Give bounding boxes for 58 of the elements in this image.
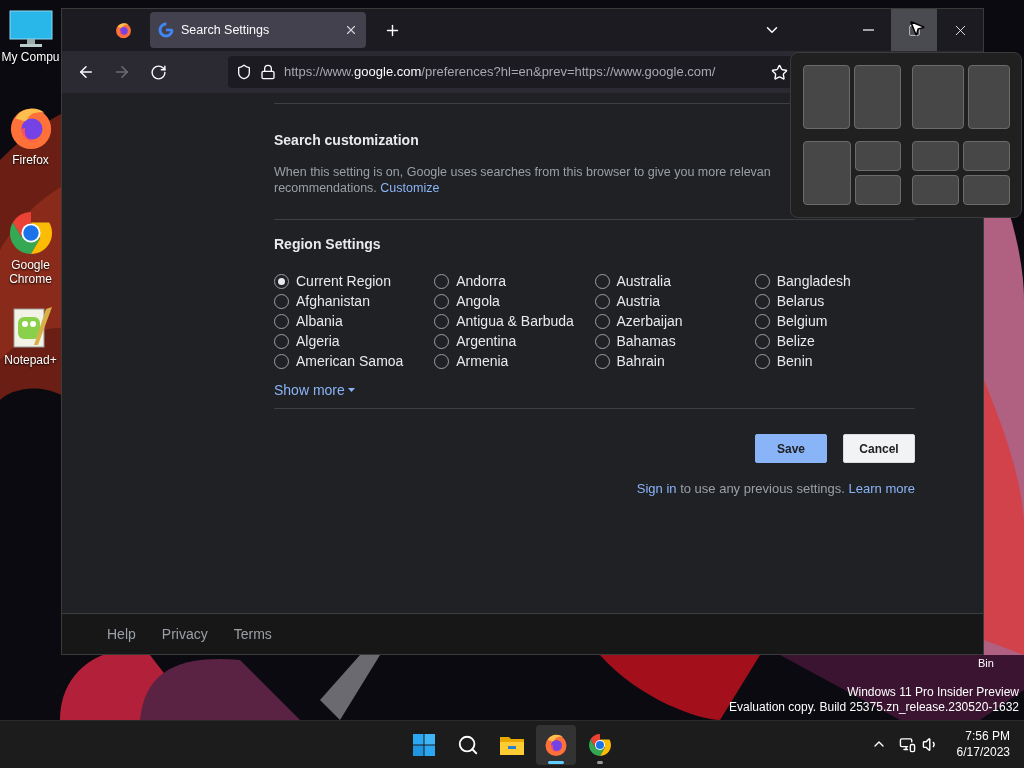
windows-logo-icon bbox=[412, 732, 436, 757]
region-radio-option[interactable]: Angola bbox=[434, 291, 595, 311]
region-radio-option[interactable]: Belarus bbox=[754, 291, 915, 311]
region-radio-option[interactable]: Belgium bbox=[754, 311, 915, 331]
build-watermark-text: Windows 11 Pro Insider Preview bbox=[847, 685, 1019, 700]
region-radio-option[interactable]: Current Region bbox=[274, 271, 435, 291]
show-more-link[interactable]: Show more bbox=[274, 382, 355, 398]
region-radio-option[interactable]: Andorra bbox=[434, 271, 595, 291]
section-heading: Search customization bbox=[274, 131, 420, 150]
region-radio-option[interactable]: Austria bbox=[594, 291, 755, 311]
maximize-icon bbox=[907, 23, 921, 37]
firefox-icon bbox=[114, 21, 132, 39]
clock-date[interactable]: 6/17/2023 bbox=[956, 744, 1010, 760]
sign-in-note: Sign in to use any previous settings. Learn more bbox=[636, 481, 915, 497]
tab-title: Search Settings bbox=[181, 21, 271, 39]
sign-in-link[interactable]: Sign in bbox=[636, 481, 677, 496]
taskbar-firefox-button[interactable] bbox=[536, 724, 576, 765]
chrome-icon bbox=[588, 732, 612, 757]
search-icon bbox=[457, 733, 479, 756]
close-tab-icon[interactable] bbox=[344, 23, 358, 37]
region-radio-option[interactable]: Albania bbox=[274, 311, 435, 331]
mouse-cursor-icon bbox=[908, 19, 926, 37]
lock-icon bbox=[260, 64, 276, 80]
region-radio-option[interactable]: Belize bbox=[754, 331, 915, 351]
learn-more-link[interactable]: Learn more bbox=[848, 481, 915, 496]
network-icon[interactable] bbox=[898, 735, 916, 753]
section-heading: Region Settings bbox=[274, 235, 382, 254]
region-radio-option[interactable]: Antigua & Barbuda bbox=[434, 311, 595, 331]
region-radio-option[interactable]: Bahrain bbox=[594, 351, 755, 371]
url-text: https://www.google.com/preferences?hl=en&prev=https://www.google.com/ bbox=[284, 63, 716, 82]
region-radio-option[interactable]: Azerbaijan bbox=[594, 311, 755, 331]
forward-arrow-icon bbox=[113, 63, 131, 81]
firefox-icon bbox=[544, 732, 568, 757]
region-radio-option[interactable]: Afghanistan bbox=[274, 291, 435, 311]
shield-icon bbox=[236, 64, 252, 80]
google-g-icon bbox=[158, 22, 174, 38]
region-radio-option[interactable]: Argentina bbox=[434, 331, 595, 351]
browser-tab[interactable]: Search Settings bbox=[150, 12, 366, 48]
build-watermark-text: Evaluation copy. Build 25375.zn_release.230520-1632 bbox=[729, 700, 1019, 715]
minimize-icon bbox=[862, 29, 874, 31]
maximize-button[interactable] bbox=[891, 9, 937, 51]
region-radio-option[interactable]: Armenia bbox=[434, 351, 595, 371]
clock-time[interactable]: 7:56 PM bbox=[965, 728, 1010, 744]
reload-icon bbox=[149, 63, 167, 81]
dropdown-caret-icon bbox=[347, 388, 355, 392]
footer-link[interactable]: Help bbox=[107, 623, 136, 645]
footer-link[interactable]: Terms bbox=[233, 623, 272, 645]
region-radio-option[interactable]: Benin bbox=[754, 351, 915, 371]
save-button[interactable]: Save bbox=[755, 434, 827, 463]
bookmark-star-icon[interactable] bbox=[771, 63, 788, 81]
customize-link[interactable]: Customize bbox=[380, 181, 440, 195]
region-radio-option[interactable]: American Samoa bbox=[274, 351, 435, 371]
cancel-button[interactable]: Cancel bbox=[843, 434, 915, 463]
footer-link[interactable]: Privacy bbox=[161, 623, 208, 645]
region-radio-option[interactable]: Australia bbox=[594, 271, 755, 291]
region-radio-option[interactable]: Bangladesh bbox=[754, 271, 915, 291]
region-radio-option[interactable]: Algeria bbox=[274, 331, 435, 351]
region-radio-option[interactable]: Bahamas bbox=[594, 331, 755, 351]
